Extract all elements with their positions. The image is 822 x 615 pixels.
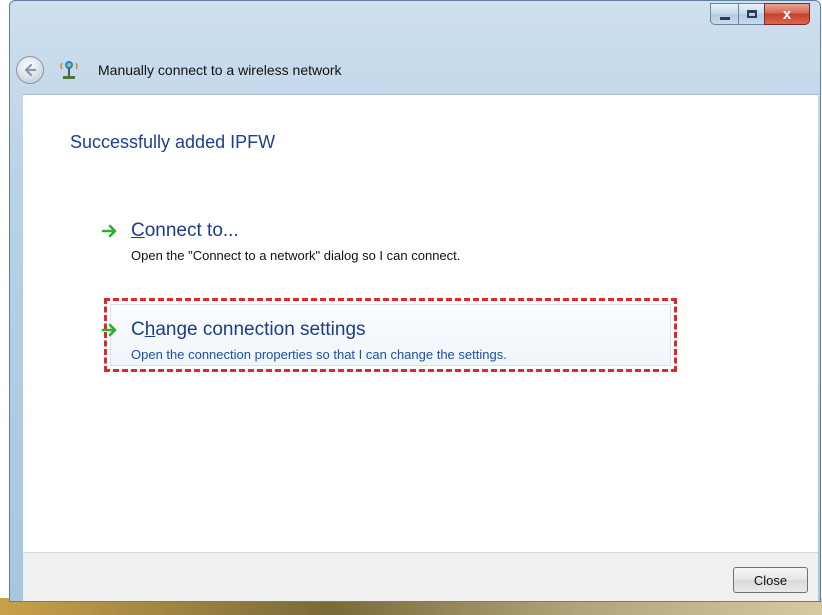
close-button[interactable]: Close [733,567,808,593]
change-settings-label-rest: ange connection settings [155,319,366,340]
maximize-button[interactable] [738,3,764,25]
back-arrow-icon [24,63,37,77]
change-settings-label: Change connection settings [131,319,507,341]
change-settings-text: Change connection settings Open the conn… [131,319,507,362]
minimize-button[interactable] [710,3,738,25]
green-arrow-icon [101,323,117,337]
maximize-icon [746,10,757,18]
title-bar[interactable]: x [10,1,820,41]
green-arrow-icon [101,224,117,238]
connect-to-label-rest: onnect to... [144,220,239,241]
connect-to-description: Open the "Connect to a network" dialog s… [131,248,461,263]
connect-to-mnemonic: C [131,220,145,241]
close-icon: x [782,5,792,23]
close-window-button[interactable]: x [764,3,810,25]
change-settings-label-prefix: C [131,319,145,340]
connect-to-label: Connect to... [131,220,460,242]
dialog-title: Manually connect to a wireless network [98,62,342,78]
connect-to-option[interactable]: Connect to... Open the "Connect to a net… [101,220,460,263]
window-controls: x [710,3,810,27]
success-heading: Successfully added IPFW [70,132,276,152]
change-connection-settings-option[interactable]: Change connection settings Open the conn… [101,319,507,362]
connect-to-text: Connect to... Open the "Connect to a net… [131,220,460,263]
minimize-icon [719,16,730,20]
wireless-network-icon [60,61,78,79]
dialog-footer: Close [23,552,818,601]
change-settings-mnemonic: h [144,319,156,340]
change-settings-description: Open the connection properties so that I… [131,347,507,362]
content-area: Successfully added IPFW Connect to... Op… [23,94,818,553]
dialog-window: x Manually connect to a wireless network… [9,0,821,602]
navigation-row: Manually connect to a wireless network [16,54,342,86]
back-button[interactable] [16,56,44,84]
